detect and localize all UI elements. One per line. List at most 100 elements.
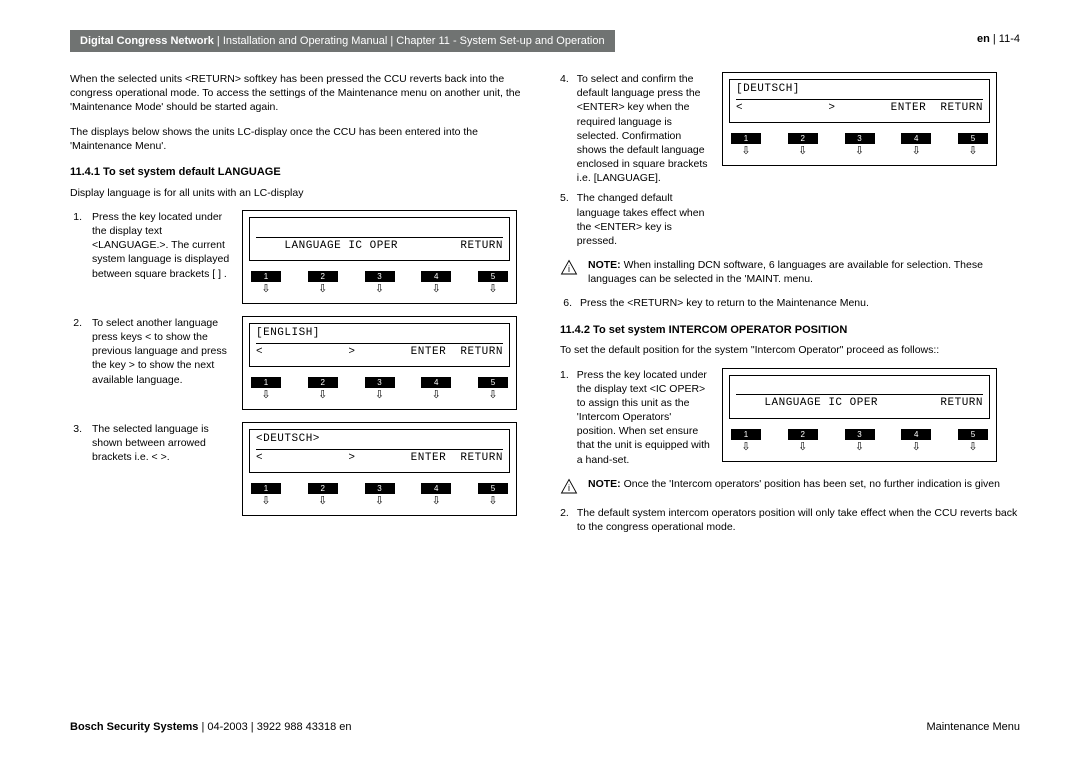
- page-lang: en: [977, 33, 990, 45]
- step-text: To select another language press keys < …: [92, 316, 232, 387]
- content-columns: When the selected units <RETURN> softkey…: [70, 72, 1020, 534]
- lcd-panel: LANGUAGE IC OPERRETURN 1⇩ 2⇩ 3⇩ 4⇩ 5⇩: [242, 210, 517, 304]
- note-1: i NOTE: When installing DCN software, 6 …: [560, 258, 1020, 286]
- svg-text:i: i: [568, 483, 570, 493]
- lcd-button-row: 1⇩ 2⇩ 3⇩ 4⇩ 5⇩: [249, 483, 510, 507]
- left-column: When the selected units <RETURN> softkey…: [70, 72, 530, 534]
- arrow-icon: ⇩: [375, 390, 384, 401]
- left-steps: 1. Press the key located under the displ…: [70, 210, 530, 516]
- step-text: The changed default language takes effec…: [577, 191, 710, 248]
- arrow-icon: ⇩: [855, 146, 864, 157]
- footer-left: Bosch Security Systems | 04-2003 | 3922 …: [70, 721, 352, 733]
- note-text: NOTE: When installing DCN software, 6 la…: [588, 258, 1020, 286]
- right-step-1-block: 1. Press the key located under the displ…: [560, 368, 1020, 467]
- step-text: The selected language is shown between a…: [92, 422, 232, 465]
- lcd-button-3: 3: [365, 377, 395, 388]
- section-11-4-2-heading: 11.4.2 To set system INTERCOM OPERATOR P…: [560, 323, 1020, 338]
- header-title-bold: Digital Congress Network: [80, 35, 214, 47]
- lcd-button-3: 3: [845, 133, 875, 144]
- step-num: 5.: [560, 191, 569, 248]
- lcd-screen: [ENGLISH] < >ENTER RETURN: [249, 323, 510, 367]
- page-idx: | 11-4: [990, 33, 1020, 45]
- lcd-panel: LANGUAGE IC OPERRETURN 1⇩ 2⇩ 3⇩ 4⇩ 5⇩: [722, 368, 997, 462]
- step-text: The default system intercom operators po…: [577, 506, 1020, 534]
- arrow-icon: ⇩: [432, 496, 441, 507]
- lcd-button-1: 1: [251, 483, 281, 494]
- note-2: i NOTE: Once the 'Intercom operators' po…: [560, 477, 1020, 496]
- lcd-button-5: 5: [958, 133, 988, 144]
- arrow-icon: ⇩: [912, 442, 921, 453]
- lcd-button-5: 5: [478, 271, 508, 282]
- arrow-icon: ⇩: [912, 146, 921, 157]
- arrow-icon: ⇩: [798, 442, 807, 453]
- lcd-button-2: 2: [308, 483, 338, 494]
- lcd-button-row: 1⇩ 2⇩ 3⇩ 4⇩ 5⇩: [729, 133, 990, 157]
- header-title-rest: | Installation and Operating Manual | Ch…: [214, 35, 605, 47]
- lcd-button-3: 3: [365, 483, 395, 494]
- step-text: Press the key located under the display …: [577, 368, 710, 467]
- lcd-button-4: 4: [901, 429, 931, 440]
- step-num: 1.: [70, 210, 82, 224]
- header-bar: Digital Congress Network | Installation …: [70, 30, 615, 52]
- step-text: Press the <RETURN> key to return to the …: [580, 296, 869, 310]
- step-num: 6.: [560, 296, 572, 310]
- lcd-button-4: 4: [421, 377, 451, 388]
- lcd-figure-right-2: LANGUAGE IC OPERRETURN 1⇩ 2⇩ 3⇩ 4⇩ 5⇩: [722, 368, 997, 462]
- lcd-button-2: 2: [788, 133, 818, 144]
- step-row: 3. The selected language is shown betwee…: [70, 422, 530, 516]
- lcd-button-5: 5: [958, 429, 988, 440]
- note-icon: i: [560, 478, 578, 496]
- step-row: 1. Press the key located under the displ…: [70, 210, 530, 304]
- step-text: To select and confirm the default langua…: [577, 72, 710, 185]
- arrow-icon: ⇩: [261, 284, 270, 295]
- lcd-button-3: 3: [845, 429, 875, 440]
- arrow-icon: ⇩: [488, 496, 497, 507]
- step-text: Press the key located under the display …: [92, 210, 232, 281]
- lcd-screen: LANGUAGE IC OPERRETURN: [249, 217, 510, 261]
- lcd-button-row: 1⇩ 2⇩ 3⇩ 4⇩ 5⇩: [729, 429, 990, 453]
- right-column: 4. To select and confirm the default lan…: [560, 72, 1020, 534]
- note-icon: i: [560, 259, 578, 277]
- lcd-panel: <DEUTSCH> < >ENTER RETURN 1⇩ 2⇩ 3⇩ 4⇩ 5⇩: [242, 422, 517, 516]
- lcd-figure-right-1: [DEUTSCH] < >ENTER RETURN 1⇩ 2⇩ 3⇩ 4⇩ 5⇩: [722, 72, 997, 166]
- lcd-button-2: 2: [788, 429, 818, 440]
- lcd-button-1: 1: [731, 133, 761, 144]
- arrow-icon: ⇩: [375, 496, 384, 507]
- lcd-figure-1: LANGUAGE IC OPERRETURN 1⇩ 2⇩ 3⇩ 4⇩ 5⇩: [242, 210, 517, 304]
- lcd-button-4: 4: [421, 483, 451, 494]
- arrow-icon: ⇩: [432, 284, 441, 295]
- arrow-icon: ⇩: [968, 442, 977, 453]
- intro-para-2: The displays below shows the units LC-di…: [70, 125, 530, 153]
- lcd-button-2: 2: [308, 377, 338, 388]
- arrow-icon: ⇩: [488, 284, 497, 295]
- lcd-button-row: 1⇩ 2⇩ 3⇩ 4⇩ 5⇩: [249, 377, 510, 401]
- right-textcol: 4. To select and confirm the default lan…: [560, 72, 710, 248]
- lcd-figure-3: <DEUTSCH> < >ENTER RETURN 1⇩ 2⇩ 3⇩ 4⇩ 5⇩: [242, 422, 517, 516]
- step-num: 2.: [70, 316, 82, 330]
- right-step-4-5-block: 4. To select and confirm the default lan…: [560, 72, 1020, 248]
- footer-right: Maintenance Menu: [926, 721, 1020, 733]
- arrow-icon: ⇩: [432, 390, 441, 401]
- arrow-icon: ⇩: [261, 390, 270, 401]
- document-page: Digital Congress Network | Installation …: [0, 0, 1080, 763]
- arrow-icon: ⇩: [375, 284, 384, 295]
- step-num: 2.: [560, 506, 569, 534]
- lcd-screen: <DEUTSCH> < >ENTER RETURN: [249, 429, 510, 473]
- section-2-intro: To set the default position for the syst…: [560, 343, 1020, 357]
- svg-text:i: i: [568, 264, 570, 274]
- intro-para-1: When the selected units <RETURN> softkey…: [70, 72, 530, 115]
- lcd-button-1: 1: [731, 429, 761, 440]
- step-row: 2. To select another language press keys…: [70, 316, 530, 410]
- arrow-icon: ⇩: [318, 390, 327, 401]
- arrow-icon: ⇩: [318, 496, 327, 507]
- page-number: en | 11-4: [977, 33, 1020, 45]
- arrow-icon: ⇩: [798, 146, 807, 157]
- lcd-screen: LANGUAGE IC OPERRETURN: [729, 375, 990, 419]
- section-subtext: Display language is for all units with a…: [70, 186, 530, 200]
- arrow-icon: ⇩: [855, 442, 864, 453]
- lcd-screen: [DEUTSCH] < >ENTER RETURN: [729, 79, 990, 123]
- arrow-icon: ⇩: [261, 496, 270, 507]
- arrow-icon: ⇩: [741, 146, 750, 157]
- lcd-button-4: 4: [901, 133, 931, 144]
- lcd-panel: [ENGLISH] < >ENTER RETURN 1⇩ 2⇩ 3⇩ 4⇩ 5⇩: [242, 316, 517, 410]
